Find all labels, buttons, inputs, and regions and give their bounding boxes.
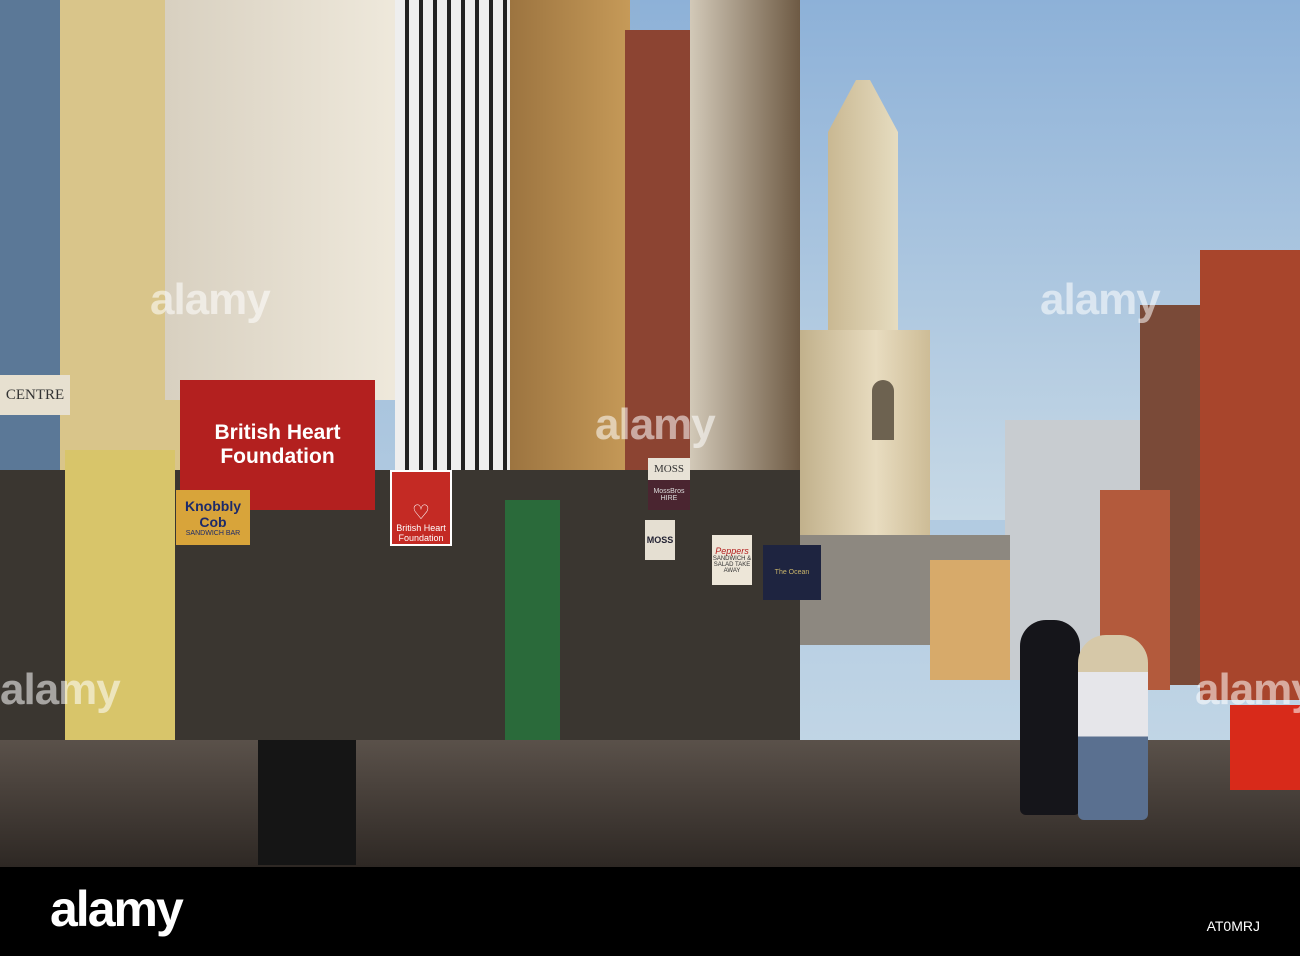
image-code: AT0MRJ: [1206, 918, 1260, 934]
woman-figure: [1078, 635, 1148, 820]
watermark: alamy: [1195, 665, 1300, 714]
footer-bar: [0, 867, 1300, 956]
man-silhouette: [1020, 620, 1080, 815]
church-spire: [828, 80, 898, 340]
bhf-hanging-sign: ♡ British Heart Foundation: [390, 470, 452, 546]
church-window: [872, 380, 894, 440]
tudor-building: [395, 0, 515, 500]
watermark: alamy: [1040, 275, 1161, 324]
church-tower: [795, 330, 930, 560]
pub-sign: The Ocean: [763, 545, 821, 600]
knobbly-cob-label: Knobbly Cob: [185, 498, 241, 530]
watermark: alamy: [595, 400, 716, 449]
bhf-hanging-label: British Heart Foundation: [396, 523, 446, 543]
peppers-sign: Peppers SANDWICH & SALAD TAKE AWAY: [712, 535, 752, 585]
moss-sign: MOSS: [648, 458, 690, 480]
knobbly-cob-sub: SANDWICH BAR: [185, 530, 241, 537]
alamy-logo: alamy: [50, 881, 184, 937]
peppers-sub: SANDWICH & SALAD TAKE AWAY: [712, 556, 752, 574]
red-brick-building: [1200, 250, 1300, 700]
building-white: [165, 0, 400, 400]
moss-bros-sub: HIRE: [660, 495, 678, 502]
knobbly-cob-sign: Knobbly Cob SANDWICH BAR: [176, 490, 250, 545]
watermark: alamy: [0, 665, 121, 714]
heart-icon: ♡: [412, 502, 430, 524]
shop-window-green: [505, 500, 560, 760]
watermark: alamy: [150, 275, 271, 324]
red-barrier: [1230, 705, 1300, 790]
peppers-label: Peppers: [715, 546, 749, 556]
moss-lower-sign: MOSS: [645, 520, 675, 560]
street-photo: CENTRE British Heart Foundation ♡ Britis…: [0, 0, 1300, 867]
litter-bin: [258, 740, 356, 865]
centre-sign: CENTRE: [0, 375, 70, 415]
moss-bros-sign: MossBros HIRE: [648, 480, 690, 510]
moss-bros-label: MossBros: [653, 488, 685, 495]
building-yellow: [930, 560, 1010, 680]
